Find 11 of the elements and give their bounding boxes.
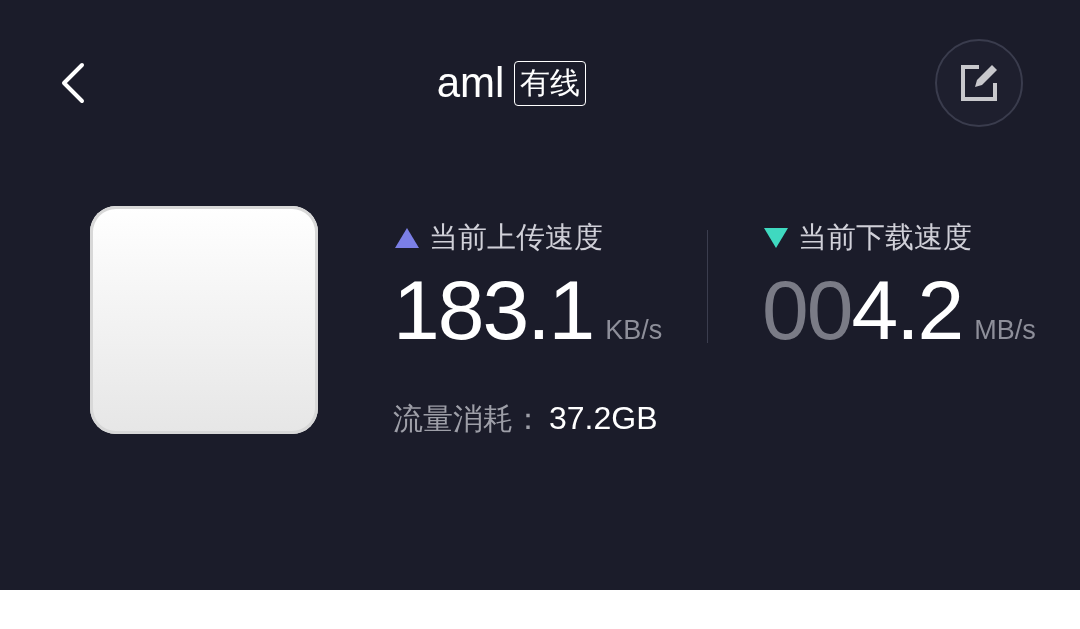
device-name: aml <box>436 59 505 107</box>
speed-label: 当前上传速度 <box>429 219 603 256</box>
speed-value: 004.2 <box>762 262 963 359</box>
speed-value: 183.1 <box>393 262 594 359</box>
connection-tag: 有线 <box>514 60 587 106</box>
speed-label: 当前下载速度 <box>798 219 972 256</box>
usage-label: 流量消耗： <box>393 400 543 438</box>
edit-icon <box>959 63 999 103</box>
speed-unit: KB/s <box>605 315 663 346</box>
usage-value: 37.2GB <box>549 400 658 437</box>
speed-unit: MB/s <box>974 315 1036 346</box>
